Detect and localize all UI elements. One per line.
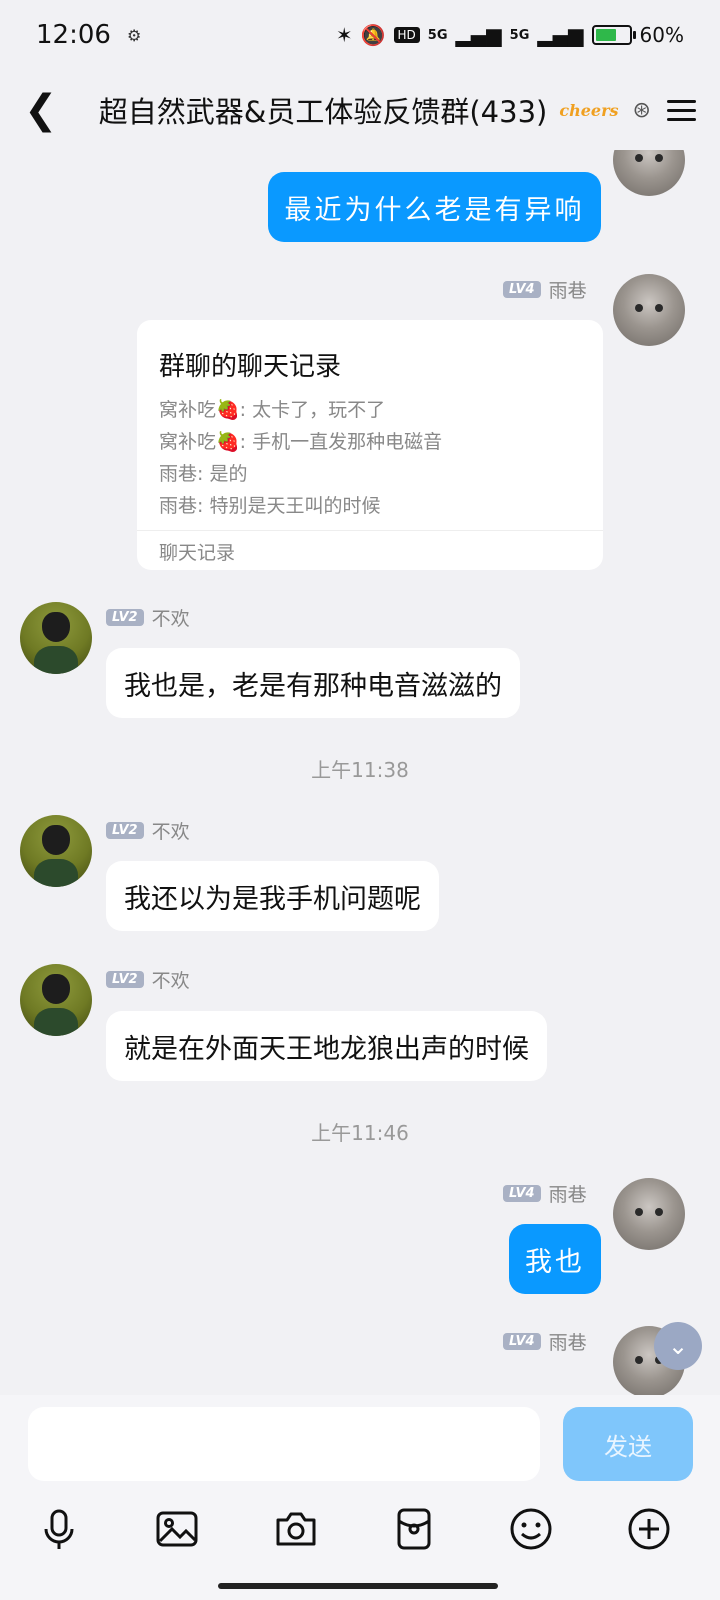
home-indicator[interactable] [218, 1583, 498, 1589]
battery-icon [591, 25, 636, 45]
ear-icon[interactable]: ⊛ [633, 98, 651, 123]
network-b-label: 5G [509, 27, 530, 43]
cheers-badge: cheers [559, 100, 619, 120]
sender-meta: LV4 雨巷 [503, 1328, 587, 1355]
timestamp: 上午11:46 [311, 1121, 409, 1145]
scroll-down-button[interactable]: ⌄ [654, 1322, 702, 1370]
image-icon[interactable] [153, 1505, 201, 1553]
red-packet-icon[interactable] [390, 1505, 438, 1553]
sender-meta: LV4 雨巷 [503, 1180, 587, 1207]
avatar[interactable] [20, 964, 92, 1036]
menu-icon[interactable] [666, 94, 696, 127]
avatar[interactable] [613, 150, 685, 196]
status-time: 12:06 [36, 20, 111, 50]
message-bubble[interactable]: 我也是，老是有那种电音滋滋的 [106, 648, 520, 718]
signal-b-icon: ▂▄▆ [537, 23, 584, 47]
card-lines: 窝补吃🍓: 太卡了，玩不了 窝补吃🍓: 手机一直发那种电磁音 雨巷: 是的 雨巷… [159, 394, 442, 522]
signal-a-icon: ▂▄▆ [455, 23, 502, 47]
avatar[interactable] [613, 1178, 685, 1250]
status-icons: ✶ 🔕 HD 5G ▂▄▆ 5G ▂▄▆ 60% [336, 23, 684, 47]
card-line: 窝补吃🍓: 太卡了，玩不了 [159, 399, 386, 421]
camera-icon[interactable] [272, 1505, 320, 1553]
sender-meta: LV2 不欢 [106, 817, 190, 844]
battery-label: 60% [639, 23, 684, 47]
card-title: 群聊的聊天记录 [159, 352, 342, 382]
message-bubble[interactable]: 就是在外面天王地龙狼出声的时候 [106, 1011, 547, 1081]
message-input[interactable] [28, 1407, 540, 1481]
sender-meta: LV4 雨巷 [503, 276, 587, 303]
send-button[interactable]: 发送 [563, 1407, 693, 1481]
card-line: 窝补吃🍓: 手机一直发那种电磁音 [159, 431, 443, 453]
level-badge: LV2 [106, 822, 144, 839]
level-badge: LV2 [106, 609, 144, 626]
level-badge: LV4 [503, 281, 541, 298]
avatar[interactable] [613, 274, 685, 346]
timestamp: 上午11:38 [311, 758, 409, 782]
avatar[interactable] [20, 815, 92, 887]
sender-name: 不欢 [151, 608, 190, 630]
message-bubble[interactable]: 最近为什么老是有异响 [268, 172, 601, 242]
avatar[interactable] [20, 602, 92, 674]
message-bubble[interactable]: 我还以为是我手机问题呢 [106, 861, 439, 931]
sender-name: 雨巷 [548, 1332, 587, 1354]
network-a-label: 5G [427, 27, 448, 43]
notification-icon: ⚙ [126, 25, 142, 45]
mute-bell-icon: 🔕 [360, 23, 386, 47]
chevron-down-icon: ⌄ [667, 1332, 689, 1360]
message-list[interactable]: 最近为什么老是有异响 LV4 雨巷 群聊的聊天记录 窝补吃🍓: 太卡了，玩不了 … [0, 150, 720, 1395]
level-badge: LV4 [503, 1333, 541, 1350]
chat-record-card[interactable]: 群聊的聊天记录 窝补吃🍓: 太卡了，玩不了 窝补吃🍓: 手机一直发那种电磁音 雨… [137, 320, 603, 570]
card-line: 雨巷: 特别是天王叫的时候 [159, 495, 381, 517]
card-line: 雨巷: 是的 [159, 463, 248, 485]
input-toolbar [0, 1495, 720, 1575]
group-title[interactable]: 超自然武器&员工体验反馈群(433) [99, 89, 548, 131]
card-footer: 聊天记录 [159, 542, 236, 564]
input-bar: 发送 [0, 1395, 720, 1600]
plus-icon[interactable] [625, 1505, 673, 1553]
sender-meta: LV2 不欢 [106, 966, 190, 993]
emoji-icon[interactable] [507, 1505, 555, 1553]
sender-name: 雨巷 [548, 1184, 587, 1206]
status-bar: 12:06 ⚙ ✶ 🔕 HD 5G ▂▄▆ 5G ▂▄▆ 60% [0, 0, 720, 70]
sender-name: 不欢 [151, 821, 190, 843]
chat-header: ❮ 超自然武器&员工体验反馈群(433) cheers ⊛ [0, 70, 720, 150]
sender-name: 不欢 [151, 970, 190, 992]
sender-name: 雨巷 [548, 280, 587, 302]
sender-meta: LV2 不欢 [106, 604, 190, 631]
microphone-icon[interactable] [35, 1505, 83, 1553]
divider [137, 530, 603, 531]
level-badge: LV2 [106, 971, 144, 988]
hd-tag: HD [393, 27, 420, 43]
message-bubble[interactable]: 我也 [509, 1224, 601, 1294]
level-badge: LV4 [503, 1185, 541, 1202]
back-arrow-icon[interactable]: ❮ [24, 90, 63, 130]
bluetooth-icon: ✶ [335, 23, 353, 47]
